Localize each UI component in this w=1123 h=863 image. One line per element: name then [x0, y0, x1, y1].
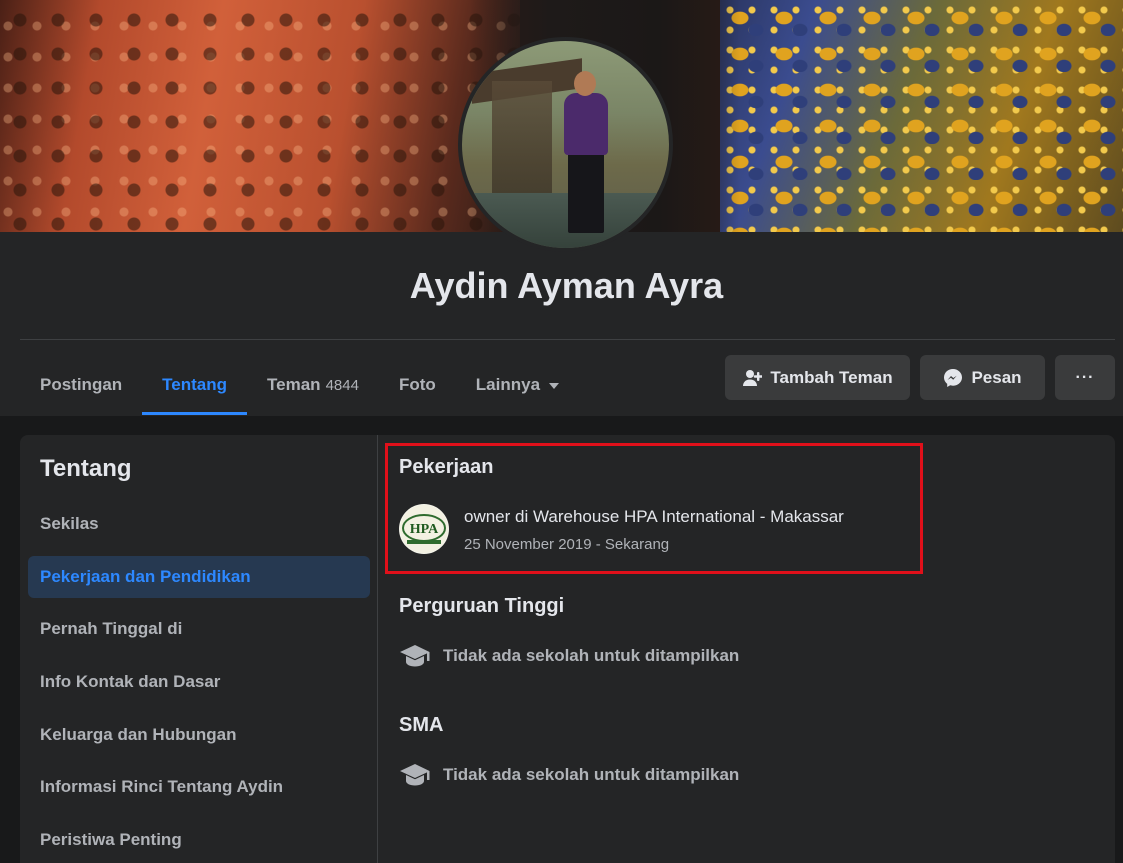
highschool-section-title: SMA [399, 714, 444, 736]
caret-down-icon [549, 383, 560, 389]
graduation-cap-icon [399, 761, 431, 789]
job-title[interactable]: owner di Warehouse HPA International - M… [464, 507, 844, 527]
tab-friends[interactable]: Teman 4844 [247, 355, 379, 415]
friends-count: 4844 [325, 376, 359, 394]
avatar-photo [462, 41, 669, 248]
college-empty-row: Tidak ada sekolah untuk ditampilkan [399, 642, 739, 670]
svg-text:HPA: HPA [410, 522, 439, 537]
profile-tabs: Postingan Tentang Teman 4844 Foto Lainnya [20, 355, 579, 415]
message-button[interactable]: Pesan [920, 355, 1045, 400]
sidebar-item-work-education[interactable]: Pekerjaan dan Pendidikan [28, 556, 370, 598]
highschool-empty-text: Tidak ada sekolah untuk ditampilkan [443, 765, 740, 784]
work-section-title: Pekerjaan [399, 456, 494, 478]
tab-about[interactable]: Tentang [142, 355, 247, 415]
message-label: Pesan [971, 367, 1022, 387]
ellipsis-icon: ··· [1075, 368, 1095, 386]
sidebar-item-contact-info[interactable]: Info Kontak dan Dasar [28, 661, 370, 703]
sidebar-item-places-lived[interactable]: Pernah Tinggal di [28, 608, 370, 650]
job-dates: 25 November 2019 - Sekarang [464, 536, 670, 553]
sidebar-item-details[interactable]: Informasi Rinci Tentang Aydin [28, 766, 370, 808]
about-content: Pekerjaan HPA owner di Warehouse HPA Int… [379, 435, 1115, 863]
tab-friends-label: Teman [267, 375, 321, 394]
cover-photo-right [720, 0, 1123, 232]
add-friend-button[interactable]: Tambah Teman [725, 355, 910, 400]
messenger-icon [943, 368, 963, 388]
highschool-empty-row: Tidak ada sekolah untuk ditampilkan [399, 761, 739, 789]
profile-avatar[interactable] [458, 37, 673, 252]
sidebar-item-overview[interactable]: Sekilas [28, 503, 370, 545]
sidebar-title: Tentang [40, 455, 132, 482]
tab-photos-label: Foto [398, 375, 436, 394]
tab-about-label: Tentang [162, 375, 228, 394]
tab-posts-label: Postingan [40, 375, 123, 394]
person-plus-icon [742, 368, 763, 388]
sidebar-item-family[interactable]: Keluarga dan Hubungan [28, 714, 370, 756]
tab-photos[interactable]: Foto [379, 355, 456, 415]
profile-name: Aydin Ayman Ayra [409, 265, 724, 306]
about-sidebar: Tentang Sekilas Pekerjaan dan Pendidikan… [20, 435, 378, 863]
sidebar-item-life-events[interactable]: Peristiwa Penting [28, 819, 370, 861]
add-friend-label: Tambah Teman [770, 367, 893, 387]
about-card: Tentang Sekilas Pekerjaan dan Pendidikan… [20, 435, 1115, 863]
more-options-button[interactable]: ··· [1055, 355, 1115, 400]
header-divider [20, 339, 1115, 340]
company-logo[interactable]: HPA [399, 504, 449, 554]
tab-posts[interactable]: Postingan [20, 355, 142, 415]
college-section-title: Perguruan Tinggi [399, 595, 565, 617]
tab-more-label: Lainnya [475, 375, 541, 394]
cover-photo-left [0, 0, 520, 232]
college-empty-text: Tidak ada sekolah untuk ditampilkan [443, 646, 740, 665]
graduation-cap-icon [399, 642, 431, 670]
tab-more[interactable]: Lainnya [456, 355, 579, 415]
